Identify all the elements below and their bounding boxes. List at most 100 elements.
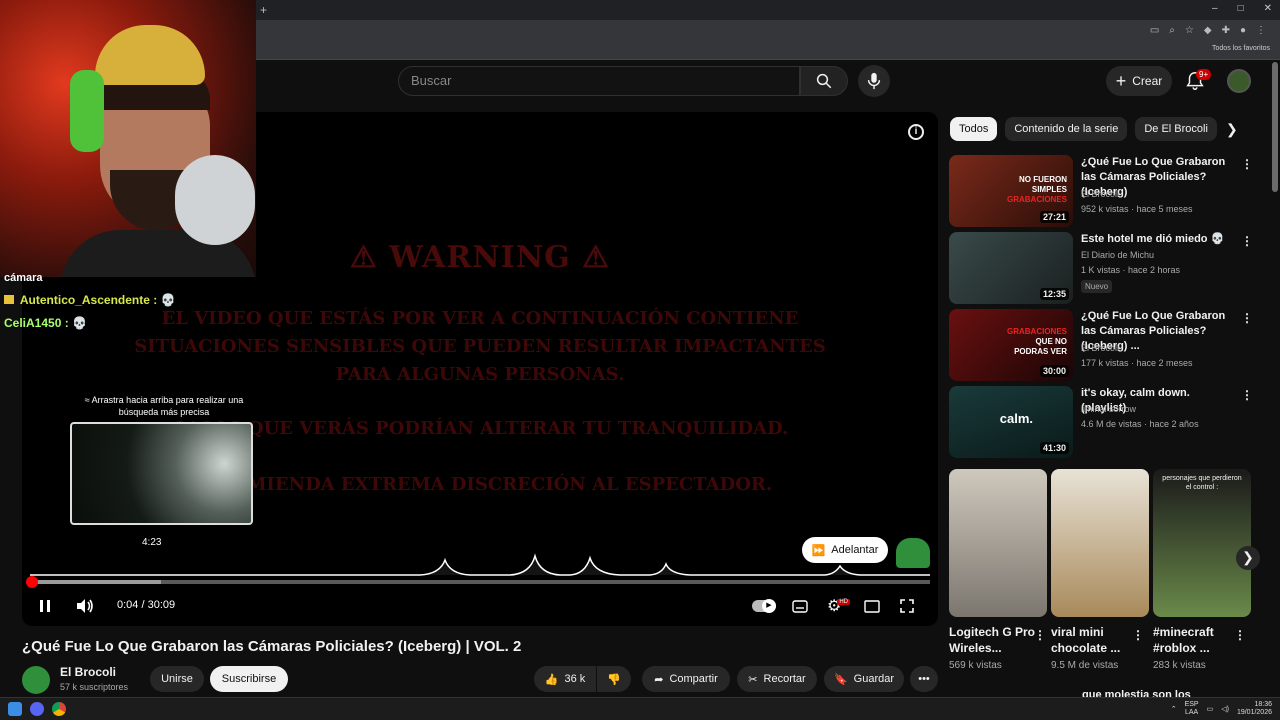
streamer-webcam-overlay (0, 0, 256, 277)
thumbs-down-icon: 👎 (607, 673, 621, 686)
more-vertical-icon[interactable]: ⋮ (1241, 234, 1253, 248)
short-thumbnail[interactable]: personajes que perdieron el control : (1153, 469, 1251, 617)
chip-series[interactable]: Contenido de la serie (1005, 117, 1128, 141)
create-button[interactable]: + Crear (1106, 66, 1172, 96)
puzzle-icon[interactable]: ✚ (1222, 25, 1230, 36)
subtitles-button[interactable] (792, 598, 808, 614)
channel-name[interactable]: El Diario de Michu (1081, 250, 1154, 260)
video-thumbnail[interactable]: calm. 41:30 (949, 386, 1073, 458)
voice-search-button[interactable] (858, 65, 890, 97)
language-indicator[interactable]: ESP LAA (1185, 701, 1199, 717)
profile-icon[interactable]: ● (1240, 25, 1246, 36)
short-title[interactable]: viral mini chocolate ... (1051, 624, 1141, 656)
search-input[interactable]: Buscar (398, 66, 800, 96)
short-title[interactable]: #minecraft #roblox ... (1153, 624, 1243, 656)
more-vertical-icon[interactable]: ⋮ (1241, 388, 1253, 402)
maximize-button[interactable]: □ (1238, 3, 1244, 14)
recommendation-item[interactable]: NO FUERON SIMPLES GRABACIONES 27:21 ¿Qué… (949, 155, 1253, 227)
zoom-icon[interactable]: ⌕ (1169, 25, 1175, 36)
video-thumbnail[interactable]: 12:35 (949, 232, 1073, 304)
join-button[interactable]: Unirse (150, 666, 204, 692)
extension-icons: ▭ ⌕ ☆ ◆ ✚ ● ⋮ (1150, 25, 1266, 36)
account-avatar[interactable] (1227, 69, 1251, 93)
more-actions-button[interactable]: ••• (910, 666, 938, 692)
new-tab-button[interactable]: + (260, 3, 267, 17)
video-meta: 177 k vistas · hace 2 meses (1081, 358, 1193, 368)
share-button[interactable]: ➦ Compartir (642, 666, 730, 692)
bookmark-folder[interactable]: Todos los favoritos (1212, 45, 1270, 52)
share-label: Compartir (669, 673, 718, 685)
more-vertical-icon[interactable]: ⋮ (1132, 628, 1144, 642)
network-icon[interactable]: ▭ (1207, 705, 1214, 713)
video-thumbnail[interactable]: GRABACIONES QUE NO PODRAS VER 30:00 (949, 309, 1073, 381)
subscribe-button[interactable]: Suscribirse (210, 666, 288, 692)
windows-start-icon[interactable] (8, 702, 22, 716)
progress-scrubber[interactable] (26, 576, 38, 588)
page-scrollbar[interactable] (1272, 62, 1278, 192)
chip-todos[interactable]: Todos (950, 117, 998, 141)
settings-button[interactable]: ⚙ HD (827, 598, 851, 615)
install-icon[interactable]: ▭ (1150, 25, 1159, 36)
partial-next-title[interactable]: que molestia son los (1082, 689, 1191, 697)
clip-button[interactable]: ✂ Recortar (737, 666, 817, 692)
short-thumbnail[interactable] (949, 469, 1047, 617)
recommendation-item[interactable]: calm. 41:30 it's okay, calm down. (playl… (949, 386, 1253, 458)
drag-search-hint: ≈ Arrastra hacia arriba para realizar un… (84, 395, 244, 417)
more-vertical-icon[interactable]: ⋮ (1241, 311, 1253, 325)
recommendation-item[interactable]: GRABACIONES QUE NO PODRAS VER 30:00 ¿Qué… (949, 309, 1253, 381)
subtitles-icon (792, 599, 808, 613)
channel-name[interactable]: El Brocoli (1081, 343, 1119, 353)
video-title[interactable]: Este hotel me dió miedo 💀 (1081, 232, 1233, 247)
volume-tray-icon[interactable]: ◁) (1221, 705, 1229, 713)
most-replayed-graph (30, 553, 930, 576)
create-label: Crear (1132, 74, 1163, 88)
minimize-button[interactable]: – (1212, 3, 1218, 14)
video-meta: 952 k vistas · hace 5 meses (1081, 204, 1193, 214)
save-button[interactable]: 🔖 Guardar (824, 666, 904, 692)
video-title: ¿Qué Fue Lo Que Grabaron las Cámaras Pol… (22, 638, 522, 655)
chat-message: CeliA1450 : 💀 (4, 316, 87, 330)
fullscreen-button[interactable] (900, 598, 914, 614)
channel-name[interactable]: liminal sorrow (1081, 404, 1136, 414)
more-vertical-icon[interactable]: ⋮ (1034, 628, 1046, 642)
thumbnail-text: GRABACIONES QUE NO PODRAS VER (1006, 327, 1067, 356)
theater-icon (864, 599, 880, 613)
window-controls: – □ ✕ (1212, 3, 1272, 14)
autoplay-toggle[interactable]: ▶ (752, 598, 776, 614)
chevron-right-icon[interactable]: ❯ (1226, 121, 1238, 138)
channel-name[interactable]: El Brocoli (60, 665, 116, 679)
more-vertical-icon[interactable]: ⋮ (1241, 157, 1253, 171)
video-duration: 27:21 (1039, 211, 1069, 223)
chip-channel[interactable]: De El Brocoli (1135, 117, 1217, 141)
shorts-next-button[interactable]: ❯ (1236, 546, 1260, 570)
microphone-windscreen (175, 155, 255, 245)
plus-icon: + (1115, 70, 1127, 91)
short-title[interactable]: Logitech G Pro Wireles... (949, 624, 1039, 656)
discord-icon[interactable] (30, 702, 44, 716)
more-vertical-icon[interactable]: ⋮ (1234, 628, 1246, 642)
dislike-button[interactable]: 👎 (597, 666, 631, 692)
tray-chevron-icon[interactable]: ⌃ (1171, 705, 1177, 713)
clock[interactable]: 18:36 19/01/2026 (1237, 701, 1272, 717)
channel-avatar[interactable] (22, 666, 50, 694)
close-window-button[interactable]: ✕ (1264, 3, 1272, 14)
video-duration: 30:00 (1039, 365, 1069, 377)
channel-name[interactable]: El Brocoli (1081, 189, 1119, 199)
chrome-icon[interactable] (52, 702, 66, 716)
recommendation-item[interactable]: 12:35 Este hotel me dió miedo 💀 El Diari… (949, 232, 1253, 304)
thumbnail-text: calm. (999, 411, 1033, 426)
progress-bar[interactable] (30, 580, 930, 584)
video-thumbnail[interactable]: NO FUERON SIMPLES GRABACIONES 27:21 (949, 155, 1073, 227)
theater-mode-button[interactable] (864, 598, 880, 614)
short-thumbnail[interactable] (1051, 469, 1149, 617)
like-button[interactable]: 👍 36 k (534, 666, 596, 692)
pause-button[interactable] (38, 598, 52, 614)
extension-icon[interactable]: ◆ (1204, 25, 1212, 36)
thumbs-up-icon: 👍 (544, 673, 559, 686)
video-duration: 12:35 (1039, 288, 1069, 300)
volume-button[interactable] (76, 598, 94, 614)
info-icon[interactable]: i (908, 124, 924, 140)
search-button[interactable] (800, 66, 848, 96)
menu-icon[interactable]: ⋮ (1256, 25, 1266, 36)
star-icon[interactable]: ☆ (1185, 25, 1194, 36)
